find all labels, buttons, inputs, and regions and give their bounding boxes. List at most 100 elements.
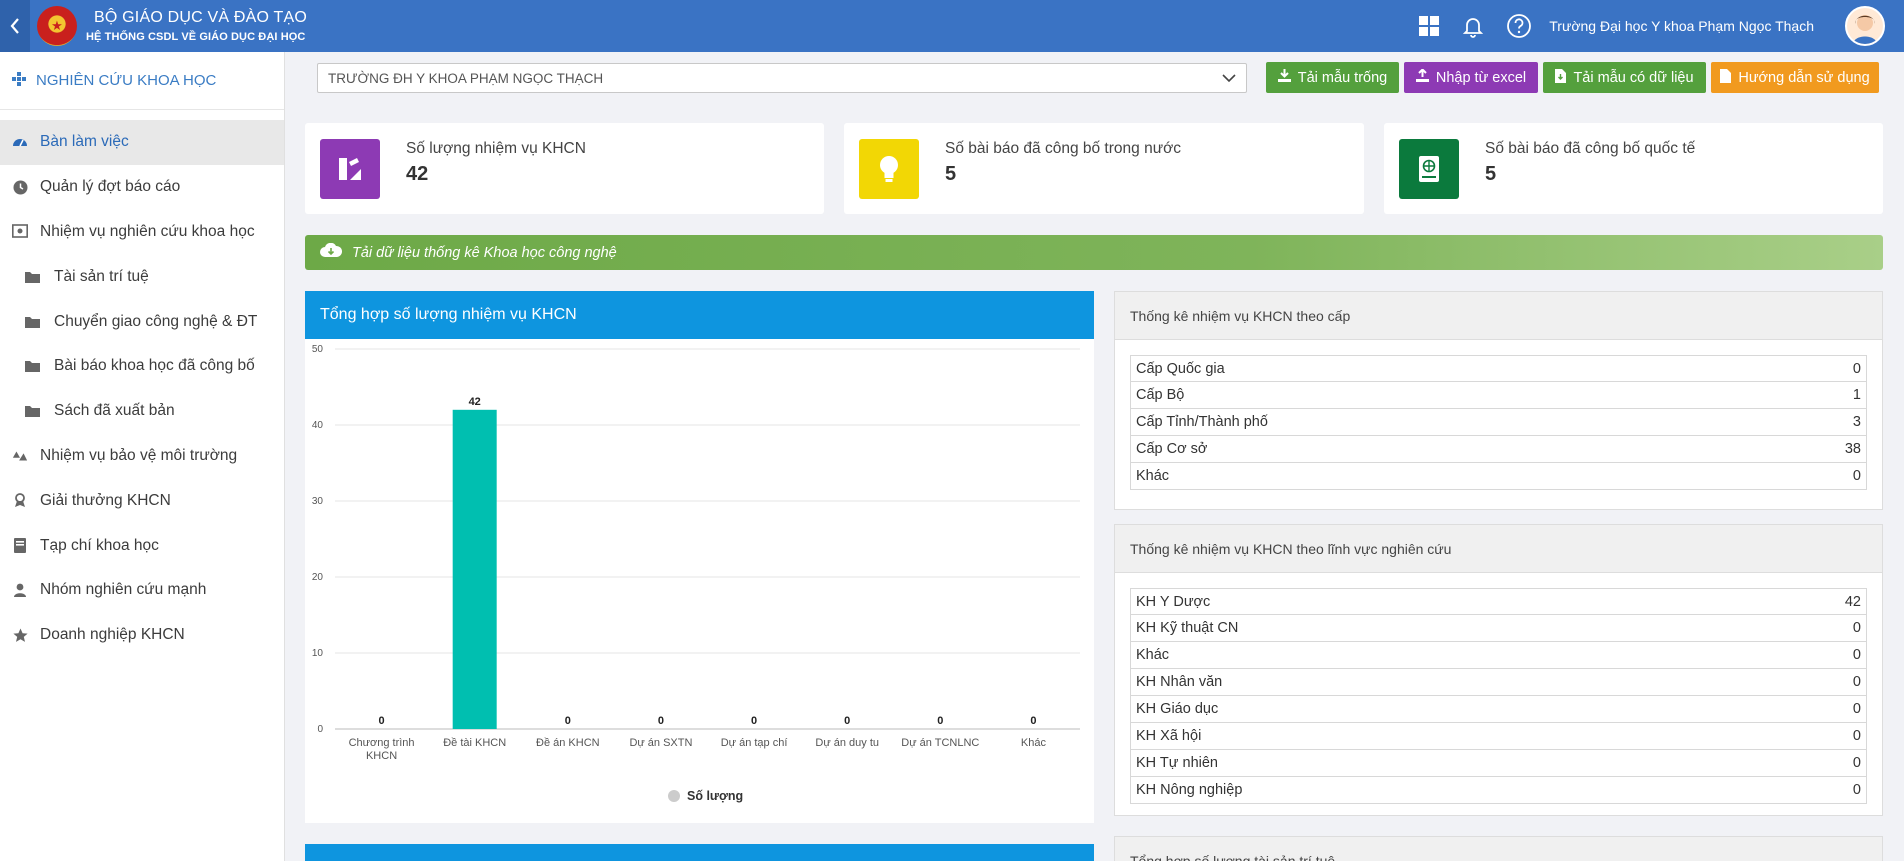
top-bar: ★ BỘ GIÁO DỤC VÀ ĐÀO TẠO HỆ THỐNG CSDL V… [0,0,1904,52]
data-label: 0 [379,715,385,727]
stat-label: Số bài báo đã công bố trong nước [945,140,1181,157]
x-tick-label: Dự án SXTN [629,737,692,749]
award-icon [12,493,28,508]
stat-label: Số bài báo đã công bố quốc tế [1485,140,1696,157]
row-label: KH Nhân văn [1136,674,1223,690]
row-label: Cấp Cơ sở [1136,441,1208,457]
sidebar-item-dashboard[interactable]: Bàn làm việc [0,120,284,165]
chart-legend[interactable]: Số lượng [668,789,743,803]
data-label: 0 [1030,715,1036,727]
sidebar-item-intellectual-property[interactable]: Tài sản trí tuệ [0,254,284,299]
sidebar-item-label: Quản lý đợt báo cáo [40,178,181,196]
sidebar-item-journals[interactable]: Tạp chí khoa học [0,523,284,568]
bell-icon[interactable] [1460,13,1486,39]
table-by-level-title: Thống kê nhiệm vụ KHCN theo cấp [1115,292,1882,340]
stat-card-domestic-articles: Số bài báo đã công bố trong nước 5 [844,123,1364,214]
sidebar-item-published-books[interactable]: Sách đã xuất bản [0,389,284,434]
button-label: Tải mẫu có dữ liệu [1573,69,1694,86]
dashboard-icon [12,134,28,150]
apps-grid-icon[interactable] [1416,13,1442,39]
row-label: KH Nông nghiệp [1136,782,1243,798]
table-by-field-title: Thống kê nhiệm vụ KHCN theo lĩnh vực ngh… [1115,525,1882,573]
y-tick-label: 0 [317,724,323,735]
school-select[interactable]: TRƯỜNG ĐH Y KHOA PHẠM NGỌC THẠCH [317,63,1247,93]
sidebar-item-label: Sách đã xuất bản [54,402,175,420]
help-icon[interactable] [1506,13,1532,39]
stat-label: Số lượng nhiệm vụ KHCN [406,140,586,157]
table-row: Cấp Tỉnh/Thành phố 3 [1130,409,1867,436]
user-guide-button[interactable]: Hướng dẫn sử dụng [1711,62,1879,93]
cloud-download-icon [320,242,343,262]
data-label: 0 [565,715,571,727]
row-value: 0 [1852,701,1861,717]
sidebar-item-environment-tasks[interactable]: Nhiệm vụ bảo vệ môi trường [0,434,284,479]
sidebar-item-tech-transfer[interactable]: Chuyển giao công nghệ & ĐT [0,299,284,344]
file-icon [1720,68,1732,87]
sidebar-item-label: Doanh nghiệp KHCN [40,626,185,644]
y-tick-label: 20 [312,572,324,583]
sidebar-item-label: Nhiệm vụ nghiên cứu khoa học [40,222,255,240]
folder-icon [24,316,40,328]
sidebar-item-label: Tài sản trí tuệ [54,267,149,285]
table-row: Khác 0 [1130,642,1867,669]
book-icon [12,538,28,554]
legend-label: Số lượng [687,789,744,803]
table-by-field: KH Y Dược 42 KH Kỹ thuật CN 0 Khác 0 KH Nhân v… [1115,573,1882,819]
download-statistics-bar[interactable]: Tải dữ liệu thống kê Khoa học công nghệ [305,235,1883,270]
ministry-logo: ★ [37,6,77,46]
import-excel-button[interactable]: Nhập từ excel [1404,62,1538,93]
app-title: BỘ GIÁO DỤC VÀ ĐÀO TẠO [94,9,308,26]
sidebar-item-report-periods[interactable]: Quản lý đợt báo cáo [0,165,284,210]
y-tick-label: 30 [312,496,324,507]
sidebar-toggle-button[interactable] [0,0,30,52]
sidebar-item-research-groups[interactable]: Nhóm nghiên cứu mạnh [0,568,284,613]
lightbulb-icon [859,139,919,199]
user-name[interactable]: Trường Đại học Y khoa Phạm Ngọc Thạch [1549,18,1814,34]
download-template-with-data-button[interactable]: Tải mẫu có dữ liệu [1543,62,1706,93]
table-row: Khác 0 [1130,463,1867,490]
row-value: 0 [1852,755,1861,771]
row-label: Khác [1136,468,1170,484]
x-tick-label: Khác [1021,737,1047,749]
row-value: 3 [1852,414,1861,430]
x-tick-label: KHCN [366,750,397,762]
data-label: 0 [751,715,757,727]
table-ip-title: Tổng hợp số lượng tài sản trí tuệ [1115,837,1882,861]
recycle-icon [12,449,28,463]
row-value: 38 [1844,441,1861,457]
upload-icon [1415,68,1429,86]
sidebar-item-research-tasks[interactable]: Nhiệm vụ nghiên cứu khoa học [0,210,284,255]
table-ip-panel: Tổng hợp số lượng tài sản trí tuệ [1114,836,1883,861]
download-icon [1277,69,1291,86]
chevron-left-icon [10,18,19,34]
row-value: 1 [1852,387,1861,403]
stat-value: 5 [1485,163,1497,185]
clock-icon [12,180,28,195]
data-label: 42 [469,396,481,408]
button-label: Nhập từ excel [1435,69,1527,86]
stat-value: 5 [945,163,957,185]
sidebar-item-awards[interactable]: Giải thưởng KHCN [0,478,284,523]
x-tick-label: Dự án duy tu [815,737,879,749]
sidebar-item-tech-enterprises[interactable]: Doanh nghiệp KHCN [0,613,284,658]
data-label: 0 [658,715,664,727]
user-avatar[interactable] [1845,6,1885,46]
x-tick-label: Đề án KHCN [536,737,600,749]
tools-icon [320,139,380,199]
table-by-field-panel: Thống kê nhiệm vụ KHCN theo lĩnh vực ngh… [1114,524,1883,816]
sidebar-section-title[interactable]: NGHIÊN CỨU KHOA HỌC [0,52,284,110]
data-label: 0 [844,715,850,727]
row-label: KH Tự nhiên [1136,755,1218,771]
download-blank-template-button[interactable]: Tải mẫu trống [1266,62,1399,93]
row-value: 0 [1852,620,1861,636]
sidebar-item-published-articles[interactable]: Bài báo khoa học đã công bố [0,344,284,389]
chevron-down-icon [1222,71,1236,86]
row-label: KH Y Dược [1136,593,1211,610]
row-label: Cấp Bộ [1136,387,1185,403]
table-row: Cấp Quốc gia 0 [1130,355,1867,382]
table-row: KH Tự nhiên 0 [1130,750,1867,777]
stat-value: 42 [406,163,429,185]
stat-card-international-articles: Số bài báo đã công bố quốc tế 5 [1384,123,1883,214]
folder-icon [24,405,40,418]
network-icon [12,71,26,90]
